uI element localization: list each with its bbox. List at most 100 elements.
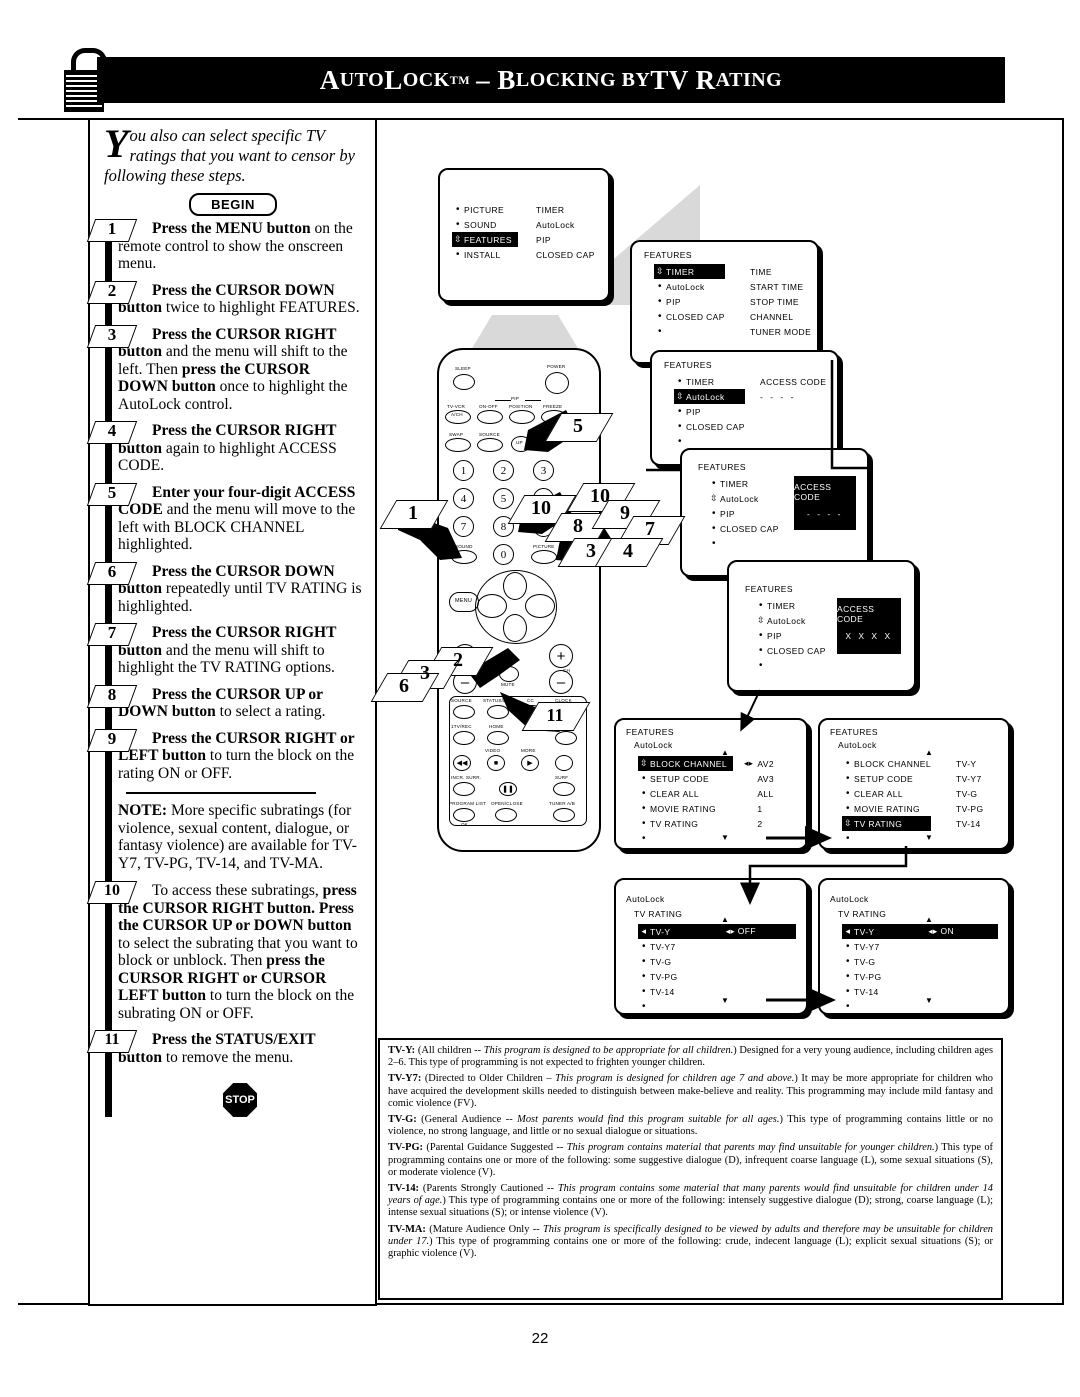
osd-item[interactable]: ⇳ AutoLock	[708, 491, 779, 506]
forward-button[interactable]	[555, 755, 573, 771]
status-exit-button[interactable]	[487, 705, 509, 719]
tvrec-button[interactable]	[453, 731, 475, 745]
cursor-left-button[interactable]	[477, 594, 507, 618]
cursor-right-button[interactable]	[525, 594, 555, 618]
callout-4: 4	[623, 540, 633, 562]
osd-item[interactable]: • TV-Y7	[638, 939, 790, 954]
osd-item-label: TV-G	[650, 956, 672, 967]
osd-item[interactable]: • BLOCK CHANNEL	[842, 756, 931, 771]
osd-item[interactable]: • MOVIE RATING	[842, 801, 931, 816]
key-5[interactable]: 5	[493, 488, 514, 509]
sound-button[interactable]	[451, 550, 477, 564]
osd-autolock-block-channel: FEATURES AutoLock ▲ ▼ ⇳ BLOCK CHANNEL • SE…	[614, 718, 808, 850]
osd-item[interactable]: • CLEAR ALL	[842, 786, 931, 801]
osd-item[interactable]: • TV-PG	[842, 969, 992, 984]
osd-item-label: MOVIE RATING	[650, 803, 717, 814]
cursor-up-button[interactable]	[503, 572, 527, 600]
osd-item-highlighted[interactable]: ⇳ TIMER	[654, 264, 725, 279]
osd-item[interactable]: • AutoLock	[654, 279, 725, 294]
power-button[interactable]	[545, 372, 569, 394]
cursor-down-button[interactable]	[503, 614, 527, 642]
osd-item[interactable]: • CLOSED CAP	[708, 521, 779, 536]
tuner-ab-button[interactable]	[553, 808, 575, 822]
osd-item[interactable]: • CLOSED CAP	[674, 419, 745, 434]
osd-item[interactable]: • TIMER	[708, 476, 779, 491]
osd-item-highlighted[interactable]: ◂ TV-Y ◂▸ ON	[842, 924, 998, 939]
osd-item[interactable]: • MOVIE RATING	[638, 801, 733, 816]
osd-item[interactable]: • PIP	[654, 294, 725, 309]
osd-item[interactable]: • INSTALL	[452, 247, 518, 262]
pip-position-button[interactable]	[509, 410, 535, 424]
key-4[interactable]: 4	[453, 488, 474, 509]
key-3[interactable]: 3	[533, 460, 554, 481]
surf-button[interactable]	[553, 782, 575, 796]
osd-item[interactable]: • TV RATING	[638, 816, 733, 831]
bullet-icon: •	[846, 1001, 850, 1012]
osd-item[interactable]: •	[755, 658, 826, 673]
channel-down-button[interactable]: –	[549, 670, 573, 694]
osd-item[interactable]: • PICTURE	[452, 202, 518, 217]
step-number: 8	[107, 684, 117, 704]
stop-button[interactable]: ■	[487, 755, 505, 771]
play-button[interactable]: ▶	[521, 755, 539, 771]
home-button[interactable]	[487, 731, 509, 745]
osd-item-highlighted[interactable]: ⇳ AutoLock	[674, 389, 745, 404]
osd-item[interactable]: • PIP	[755, 628, 826, 643]
osd-item[interactable]: • TV-14	[638, 984, 790, 999]
osd-item-highlighted[interactable]: ◂ TV-Y ◂▸ OFF	[638, 924, 796, 939]
mute-button[interactable]	[499, 666, 519, 682]
osd-item[interactable]: •	[654, 324, 725, 339]
bullet-icon: •	[846, 788, 850, 799]
osd-item[interactable]: • PIP	[674, 404, 745, 419]
pause-button[interactable]: ❚❚	[499, 782, 517, 796]
osd-item[interactable]: •	[842, 999, 992, 1014]
osd-item[interactable]: ⇳ AutoLock	[755, 613, 826, 628]
key-7[interactable]: 7	[453, 516, 474, 537]
osd-item[interactable]: •	[842, 831, 931, 846]
key-2[interactable]: 2	[493, 460, 514, 481]
osd-item[interactable]: • TV-G	[842, 954, 992, 969]
osd-item[interactable]: •	[708, 536, 779, 551]
program-list-button[interactable]	[453, 808, 475, 822]
key-0[interactable]: 0	[493, 544, 514, 565]
osd-item[interactable]: • TV-14	[842, 984, 992, 999]
osd-item[interactable]: • SETUP CODE	[638, 771, 733, 786]
page-number: 22	[531, 1330, 549, 1347]
osd-item[interactable]: •	[638, 999, 790, 1014]
swap-button[interactable]	[445, 438, 471, 452]
osd-item-highlighted[interactable]: ⇳ FEATURES	[452, 232, 518, 247]
pip-onoff-button[interactable]	[477, 410, 503, 424]
cursor-updown-icon: ⇳	[676, 391, 684, 401]
osd-item[interactable]: • CLOSED CAP	[654, 309, 725, 324]
rewind-button[interactable]: ◀◀	[453, 755, 471, 771]
osd-item[interactable]: • SETUP CODE	[842, 771, 931, 786]
osd-item[interactable]: • TV-PG	[638, 969, 790, 984]
osd-item[interactable]: • CLOSED CAP	[755, 643, 826, 658]
channel-up-button[interactable]: +	[549, 644, 573, 668]
osd-item[interactable]: • TV-G	[638, 954, 790, 969]
osd-item[interactable]: •	[638, 831, 733, 846]
personal-button[interactable]	[555, 731, 577, 745]
source2-button[interactable]	[453, 705, 475, 719]
osd-item[interactable]: • TIMER	[674, 374, 745, 389]
incr-surr-button[interactable]	[453, 782, 475, 796]
menu-label: MENU	[455, 598, 472, 604]
osd-item[interactable]: • SOUND	[452, 217, 518, 232]
sleep-button[interactable]	[453, 374, 475, 390]
osd-item[interactable]: • TIMER	[755, 598, 826, 613]
osd-item[interactable]: • PIP	[708, 506, 779, 521]
bullet-icon: •	[642, 788, 646, 799]
key-1[interactable]: 1	[453, 460, 474, 481]
divider-rule	[126, 792, 316, 794]
osd-item-highlighted[interactable]: ⇳ BLOCK CHANNEL	[638, 756, 733, 771]
swap-label: SWAP	[449, 432, 464, 437]
osd-value: AutoLock	[536, 219, 575, 230]
source-button[interactable]	[477, 438, 503, 452]
position-label: POSITION	[509, 404, 533, 409]
osd-item[interactable]: • TV-Y7	[842, 939, 992, 954]
open-close-button[interactable]	[495, 808, 517, 822]
osd-item[interactable]: • CLEAR ALL	[638, 786, 733, 801]
osd-item[interactable]: •	[674, 434, 745, 449]
picture-button[interactable]	[531, 550, 557, 564]
osd-item-highlighted[interactable]: ⇳ TV RATING	[842, 816, 931, 831]
